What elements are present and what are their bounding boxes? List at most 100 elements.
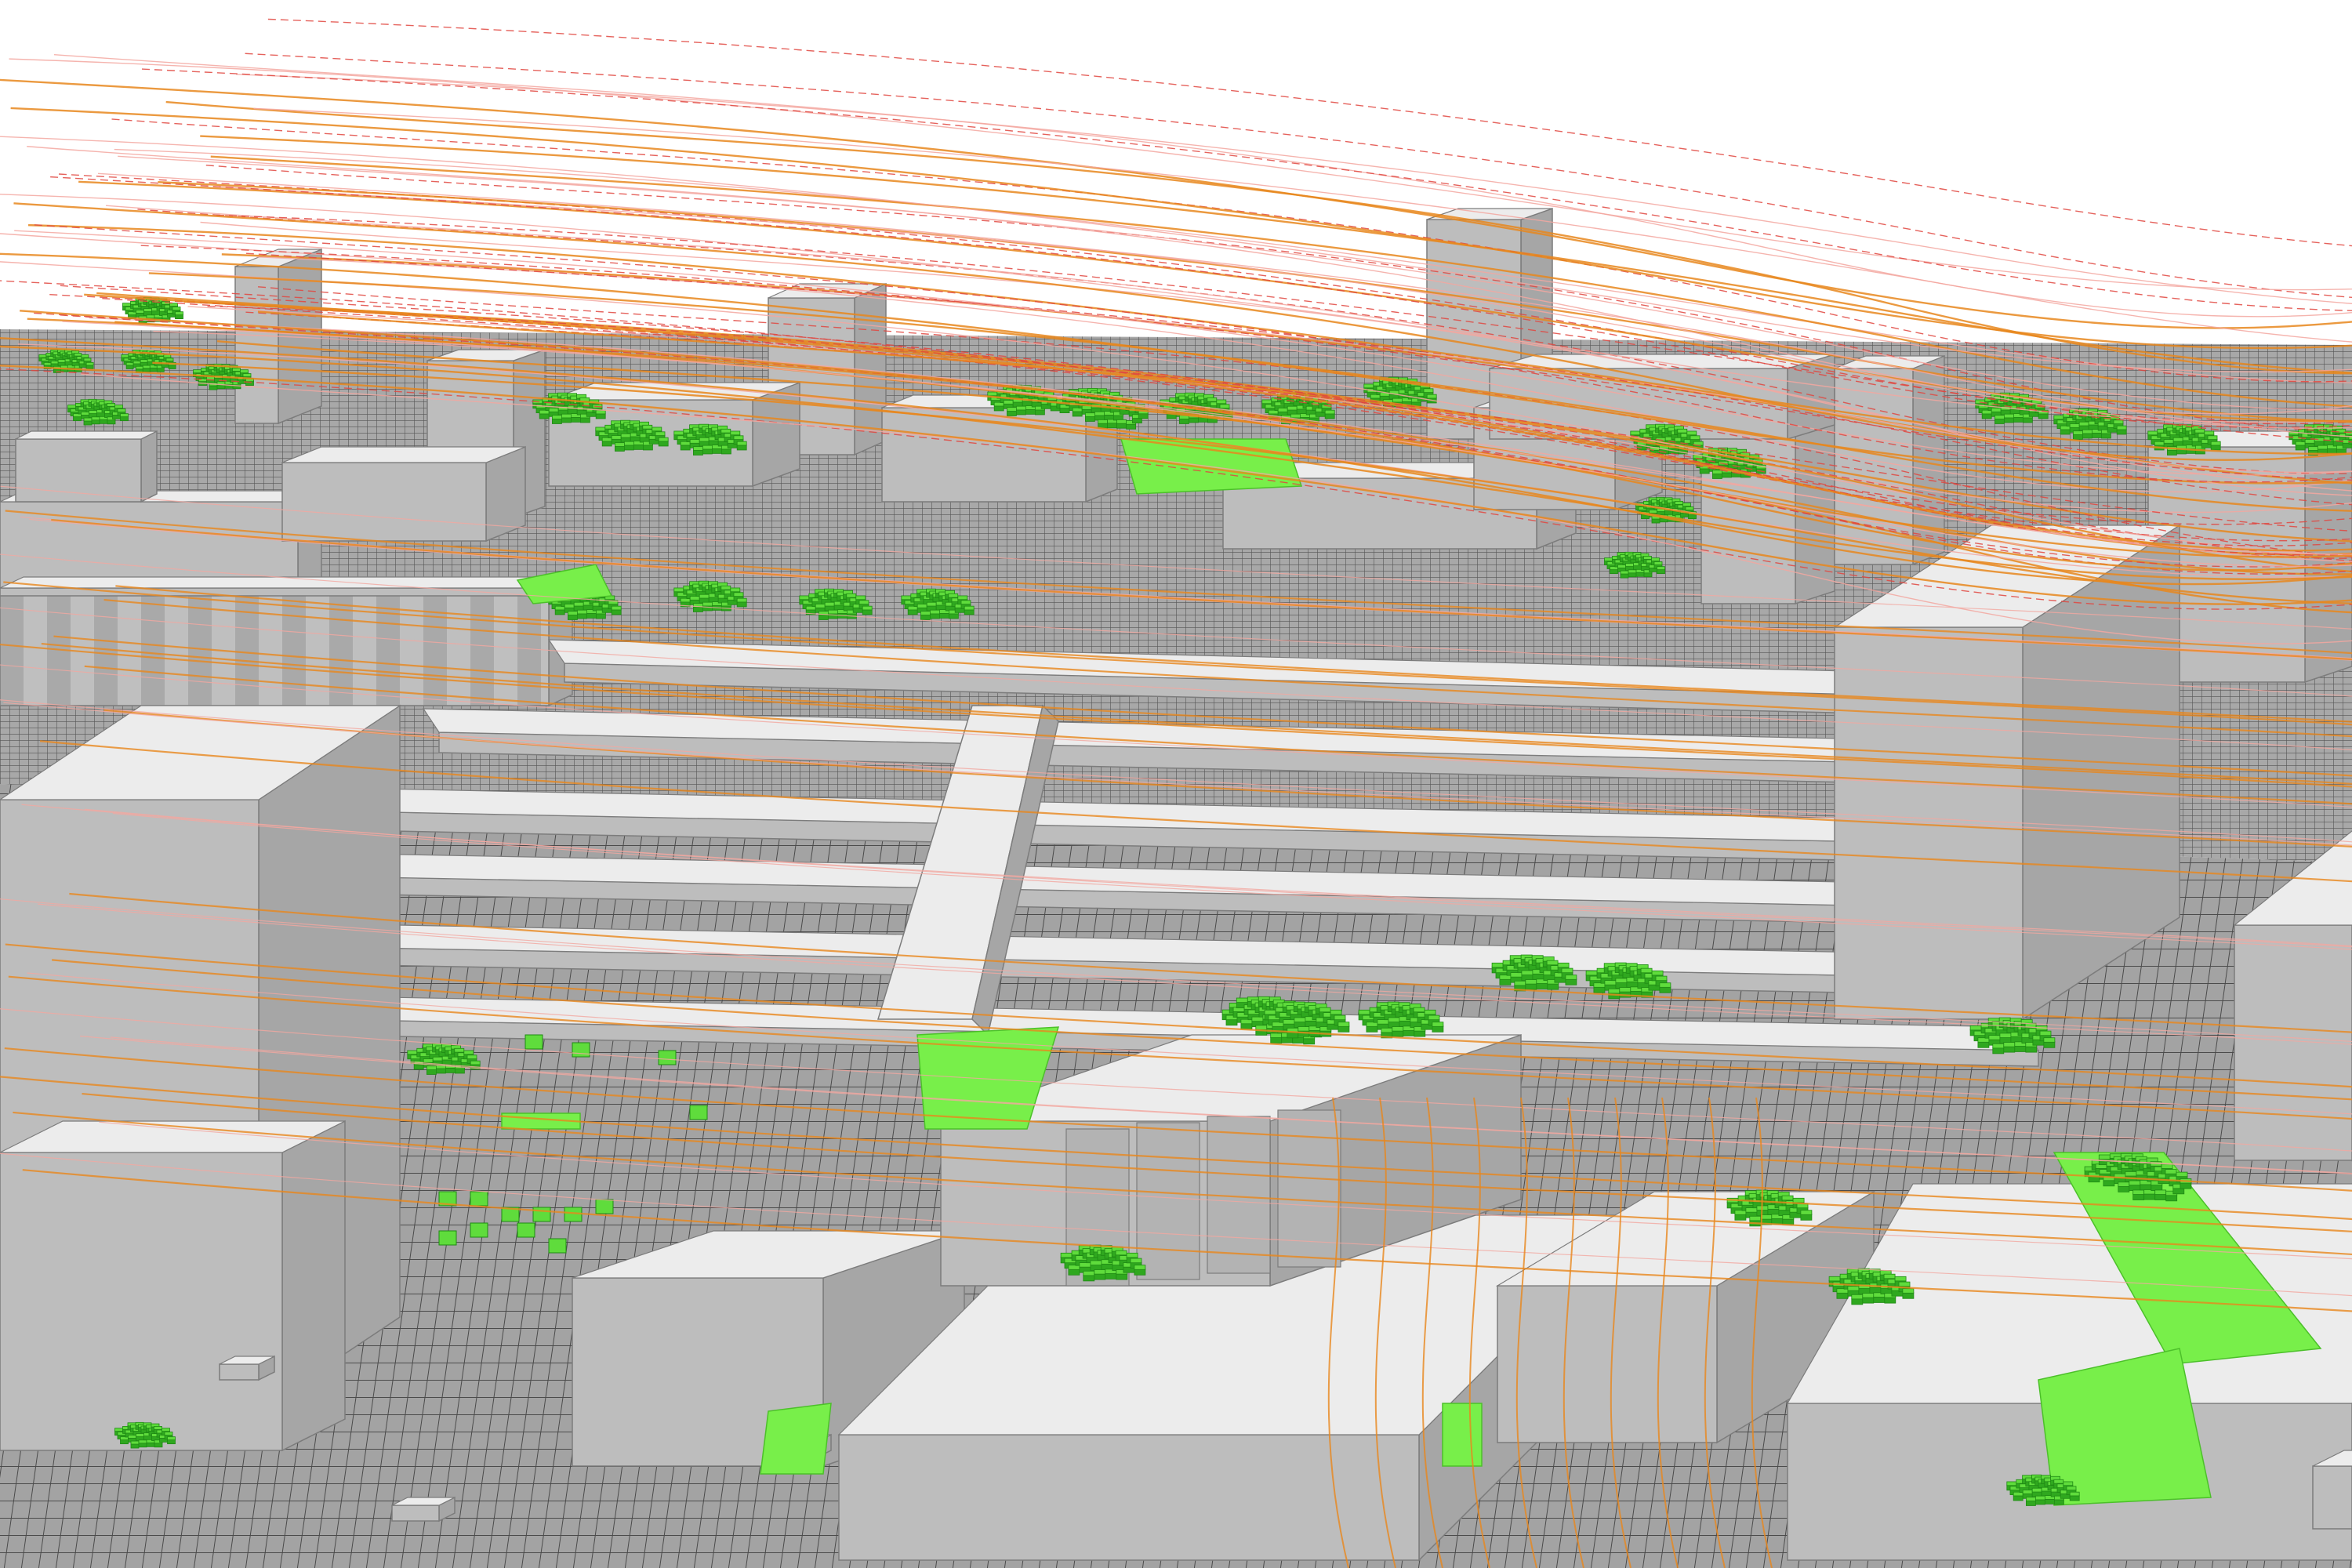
tree-voxel-top xyxy=(1617,564,1626,568)
tree-voxel-top xyxy=(135,365,143,370)
tree-voxel-top xyxy=(2317,445,2328,450)
building-front xyxy=(219,1363,260,1381)
tree-voxel-top xyxy=(1643,556,1652,560)
tree-voxel-top xyxy=(1060,1252,1073,1258)
tree-voxel-top xyxy=(1675,501,1683,505)
tree-voxel-top xyxy=(1330,1009,1342,1015)
tree-voxel-top xyxy=(1392,1026,1404,1032)
tree-voxel-top xyxy=(2163,439,2174,444)
tree-voxel-top xyxy=(1236,997,1248,1004)
tree-voxel-top xyxy=(1749,1215,1762,1221)
tree-voxel-top xyxy=(1862,1293,1875,1298)
tree-voxel-side xyxy=(2014,1045,2027,1052)
tree-voxel-top xyxy=(1324,409,1335,415)
city-wind-scene[interactable] xyxy=(0,0,2352,1568)
tree-voxel-top xyxy=(2078,421,2089,426)
tree-voxel-top xyxy=(1207,397,1218,402)
tree-voxel-top xyxy=(1565,975,1577,980)
tree-voxel-top xyxy=(1894,1276,1907,1282)
tree-voxel-top xyxy=(242,373,252,377)
tree-voxel-top xyxy=(1216,399,1227,405)
tree-voxel-top xyxy=(1994,415,2005,419)
tree-voxel-top xyxy=(699,437,710,442)
tree-voxel-top xyxy=(1003,400,1014,405)
tree-voxel-top xyxy=(1098,419,1108,424)
tree-voxel-top xyxy=(2307,446,2318,451)
tree-voxel-side xyxy=(1977,1041,1990,1048)
tree-voxel-top xyxy=(658,437,669,442)
tree-voxel-top xyxy=(2053,415,2064,420)
shrub-voxel xyxy=(524,1034,543,1050)
tree-voxel-top xyxy=(1883,1273,1896,1279)
tree-voxel-side xyxy=(2010,1036,2023,1043)
tree-voxel-side xyxy=(1225,1018,1238,1026)
tree-voxel-top xyxy=(2069,423,2080,428)
tree-voxel-top xyxy=(1338,1022,1350,1027)
grass-patch-small xyxy=(1442,1403,1483,1467)
tree-voxel-top xyxy=(620,433,631,438)
tree-voxel-top xyxy=(1424,1009,1436,1015)
column-facade xyxy=(0,595,550,706)
tree-voxel-top xyxy=(1659,982,1671,988)
tree-voxel-top xyxy=(1847,1286,1860,1291)
tree-voxel-top xyxy=(107,403,115,407)
podium-near-left xyxy=(0,1120,346,1452)
tree-voxel-top xyxy=(642,424,653,430)
tree-voxel-top xyxy=(165,358,174,361)
shrub-voxel xyxy=(438,1230,457,1246)
tree-voxel-side xyxy=(1305,1020,1317,1027)
tree-voxel-top xyxy=(1413,1007,1425,1013)
tree-voxel-top xyxy=(1604,980,1617,985)
tree-voxel-side xyxy=(1734,1214,1747,1221)
tree-voxel-top xyxy=(175,311,183,316)
tree-voxel-top xyxy=(2194,428,2205,434)
tree-voxel-top xyxy=(1007,407,1017,412)
tree-voxel-top xyxy=(1898,1281,1911,1287)
building-front xyxy=(391,1504,440,1522)
tree-voxel-top xyxy=(2069,1491,2080,1497)
tree-voxel-side xyxy=(1902,1292,1915,1299)
tree-voxel-top xyxy=(1521,970,1534,975)
tree-voxel-top xyxy=(114,405,123,409)
building-stepped-a xyxy=(281,445,526,543)
tree-voxel-side xyxy=(2140,1183,2152,1191)
tree-voxel-top xyxy=(2003,413,2014,419)
tree-voxel-top xyxy=(162,1428,170,1432)
tree-voxel-top xyxy=(57,359,66,363)
tree-voxel-top xyxy=(193,369,201,374)
tree-voxel-top xyxy=(702,601,713,607)
tree-voxel-top xyxy=(169,303,178,307)
tree-voxel-side xyxy=(1134,1269,1146,1276)
tree-voxel-top xyxy=(1525,979,1537,985)
tree-voxel-side xyxy=(1525,983,1537,990)
tree-voxel-side xyxy=(1626,981,1639,988)
tree-voxel-top xyxy=(1625,563,1634,567)
tree-voxel-side xyxy=(2025,1046,2038,1053)
tree-voxel-top xyxy=(2118,1181,2130,1187)
tree-voxel-top xyxy=(1682,503,1691,507)
tree-voxel-top xyxy=(858,600,869,604)
tree-voxel-top xyxy=(2098,1154,2111,1160)
tree-voxel-top xyxy=(1277,408,1288,412)
tree-voxel-top xyxy=(1851,1294,1864,1300)
tree-voxel-top xyxy=(736,441,747,446)
tree-voxel-top xyxy=(1828,1276,1841,1282)
tree-voxel-top xyxy=(702,445,713,450)
tree-voxel-top xyxy=(1969,1025,1982,1031)
tree-voxel-top xyxy=(2039,1030,2052,1036)
tree-voxel-top xyxy=(568,611,578,615)
simulation-viewport[interactable] xyxy=(0,0,2352,1568)
tree-voxel-top xyxy=(2053,1479,2064,1484)
tree-voxel-top xyxy=(964,605,975,611)
tree-voxel-side xyxy=(1105,1272,1117,1279)
building-front xyxy=(281,462,487,542)
tree-voxel-top xyxy=(1219,404,1230,408)
building-front xyxy=(15,438,142,503)
tree-voxel-top xyxy=(673,430,684,436)
building-front xyxy=(1497,1285,1718,1443)
tree-voxel-top xyxy=(920,611,931,615)
tree-voxel-side xyxy=(1399,1020,1411,1027)
small-block xyxy=(391,1496,456,1523)
tree-voxel-top xyxy=(121,354,129,358)
tree-voxel-side xyxy=(1836,1292,1849,1299)
